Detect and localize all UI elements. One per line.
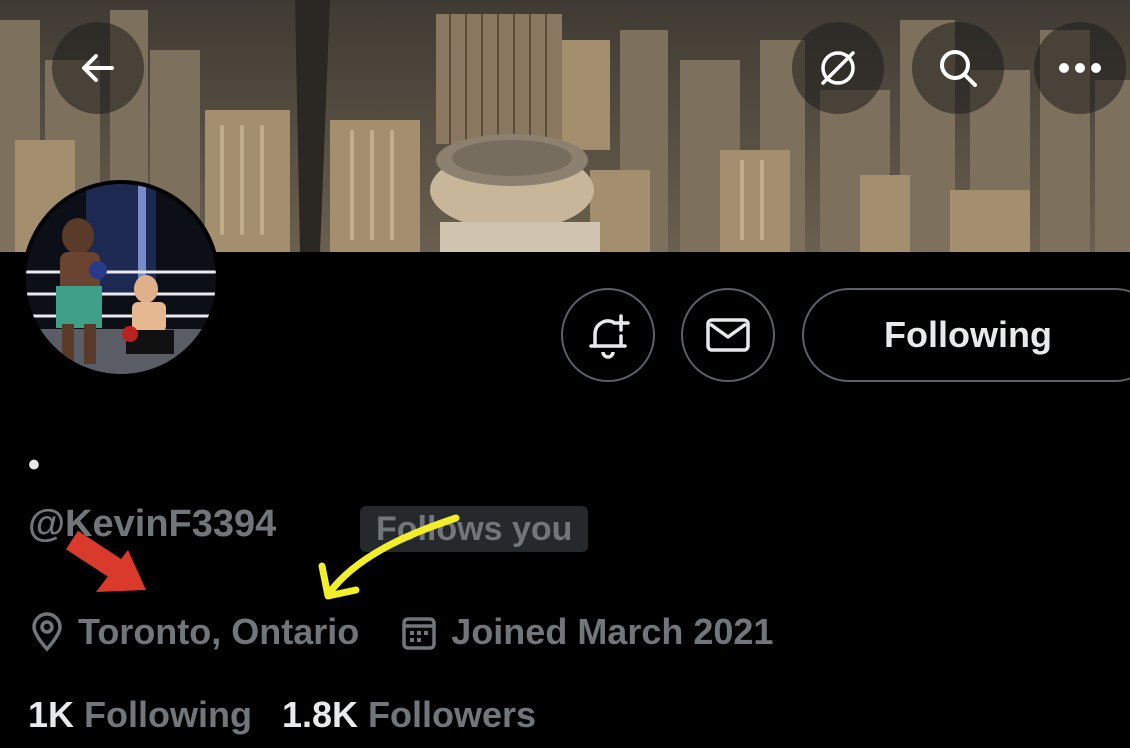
followers-stat-link[interactable]: 1.8K Followers	[282, 694, 536, 736]
back-button[interactable]	[52, 22, 144, 114]
join-date: Joined March 2021	[401, 611, 773, 653]
followers-count: 1.8K	[282, 694, 359, 735]
follow-stats: 1K Following 1.8K Followers	[28, 694, 566, 736]
more-icon	[1059, 63, 1101, 73]
message-button[interactable]	[681, 288, 775, 382]
translate-off-icon	[821, 51, 855, 85]
follows-you-badge: Follows you	[360, 506, 589, 552]
join-date-text: Joined March 2021	[451, 611, 774, 652]
search-button[interactable]	[912, 22, 1004, 114]
search-icon	[940, 50, 977, 87]
arrow-left-icon	[82, 54, 114, 82]
avatar-image	[26, 184, 216, 374]
notify-button[interactable]	[561, 288, 655, 382]
display-name: •	[28, 446, 40, 484]
location-text: Toronto, Ontario	[78, 611, 360, 652]
profile-meta: Toronto, Ontario Joined March 2021	[30, 608, 773, 656]
bell-plus-icon	[589, 314, 630, 359]
more-button[interactable]	[1034, 22, 1126, 114]
red-arrow-annotation	[65, 530, 146, 592]
followers-label: Followers	[368, 694, 537, 735]
following-count: 1K	[28, 694, 75, 735]
location-pin-icon	[30, 612, 64, 652]
following-label: Following	[84, 694, 252, 735]
location: Toronto, Ontario	[30, 611, 359, 653]
envelope-icon	[706, 318, 750, 352]
profile-handle: @KevinF3394	[28, 503, 277, 545]
following-stat-link[interactable]: 1K Following	[28, 694, 252, 736]
following-button[interactable]: Following	[802, 288, 1130, 382]
translate-off-button[interactable]	[792, 22, 884, 114]
calendar-icon	[401, 613, 437, 651]
profile-avatar[interactable]	[22, 180, 220, 378]
